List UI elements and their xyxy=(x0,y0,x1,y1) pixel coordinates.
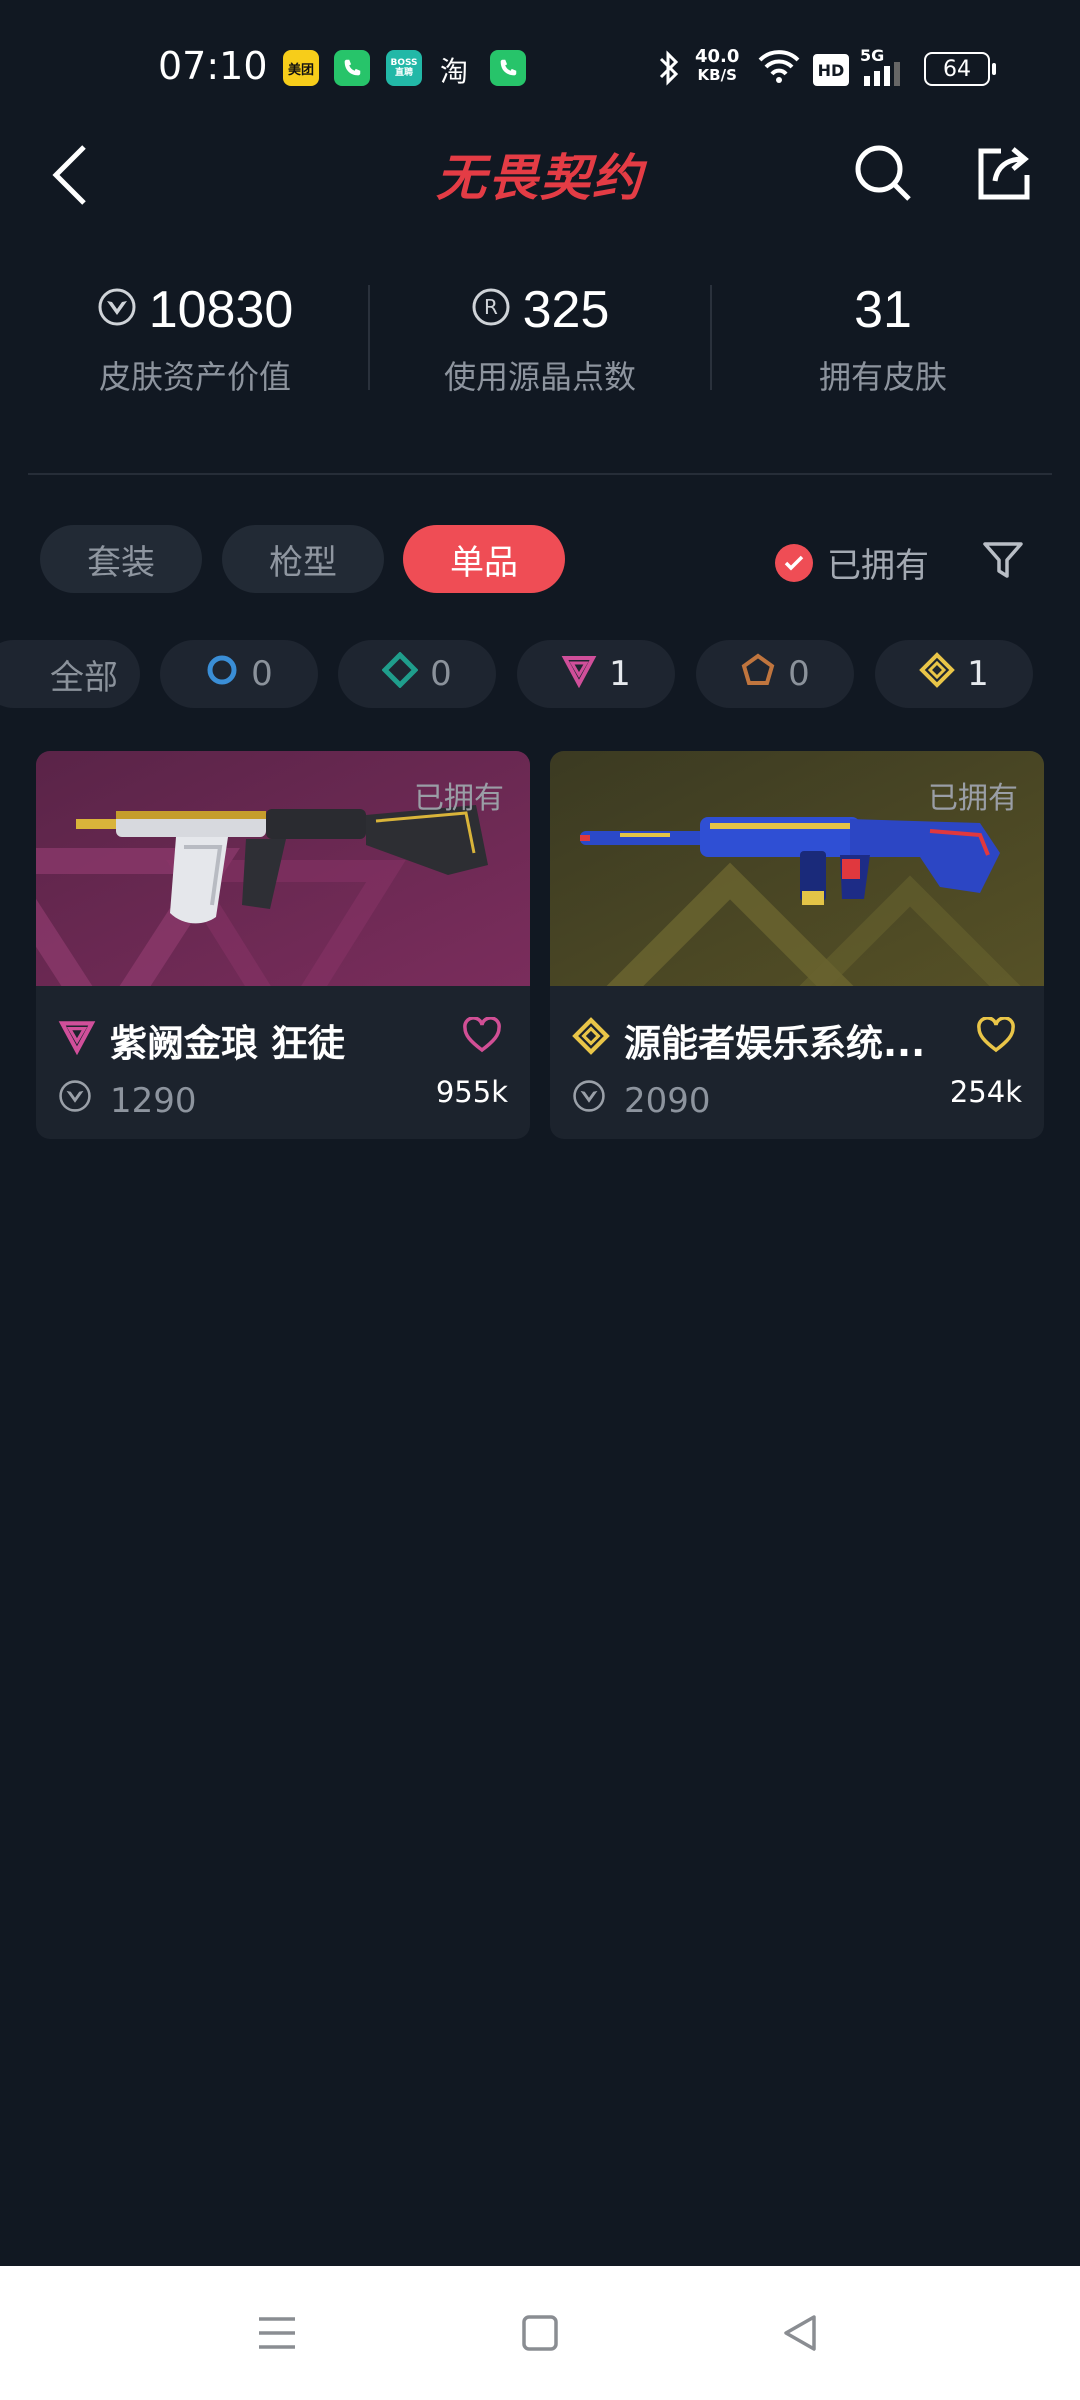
heart-icon[interactable] xyxy=(976,1016,1016,1057)
stat-value: 325 xyxy=(522,281,610,339)
ultra-edition-icon xyxy=(572,1017,610,1059)
exclusive-edition-icon xyxy=(740,652,776,697)
skin-price-value: 2090 xyxy=(624,1080,711,1121)
skin-name: 紫阙金琅 狂徒 xyxy=(110,1022,345,1065)
tab-single-items[interactable]: 单品 xyxy=(403,525,565,593)
skin-card[interactable]: 已拥有 紫阙金琅 狂徒 1290 955k xyxy=(36,751,530,1139)
rarity-filter-exclusive[interactable]: 0 xyxy=(696,640,854,708)
network-speed-unit: KB/S xyxy=(697,66,737,84)
rarity-filter-select[interactable]: 0 xyxy=(160,640,318,708)
stat-value: 31 xyxy=(854,281,912,339)
owned-tag: 已拥有 xyxy=(928,781,1018,816)
network-speed: 40.0 KB/S xyxy=(695,46,740,85)
hd-badge: HD xyxy=(813,54,849,86)
rarity-filter-count: 0 xyxy=(251,654,273,694)
rarity-filter-label: 全部 xyxy=(50,657,118,698)
vp-icon xyxy=(572,1079,606,1122)
checkmark-icon xyxy=(775,543,813,582)
network-speed-value: 40.0 xyxy=(695,46,740,67)
rarity-filter-count: 0 xyxy=(430,654,452,694)
skin-name: 源能者娱乐系统... xyxy=(624,1022,926,1065)
premium-edition-icon xyxy=(561,652,597,697)
stat-label: 拥有皮肤 xyxy=(818,358,947,396)
stat-radianite: R 325 使用源晶点数 xyxy=(375,280,705,398)
owned-label: 已拥有 xyxy=(827,546,929,586)
system-navigation-bar xyxy=(0,2266,1080,2400)
rarity-filter-count: 0 xyxy=(788,654,810,694)
signal-icon xyxy=(862,62,902,90)
stat-owned-skins: 31 拥有皮肤 xyxy=(718,280,1048,398)
stat-value: 10830 xyxy=(148,281,294,339)
stat-skin-value: 10830 皮肤资产价值 xyxy=(30,280,360,398)
deluxe-edition-icon xyxy=(381,650,419,697)
select-edition-icon xyxy=(205,653,239,696)
tab-weapon-type[interactable]: 枪型 xyxy=(222,525,384,593)
vp-icon xyxy=(58,1079,92,1122)
rarity-filter-ultra[interactable]: 1 xyxy=(875,640,1033,708)
stat-label: 皮肤资产价值 xyxy=(98,358,291,396)
clock: 07:10 xyxy=(158,44,268,88)
heart-icon[interactable] xyxy=(462,1016,502,1057)
owned-toggle[interactable]: 已拥有 xyxy=(775,538,929,587)
skin-price: 2090 xyxy=(572,1079,711,1122)
owned-tag: 已拥有 xyxy=(414,781,504,816)
bluetooth-icon xyxy=(656,50,682,90)
like-count: 254k xyxy=(949,1075,1022,1109)
rarity-filter-all[interactable]: 全部 xyxy=(0,640,140,708)
stat-label: 使用源晶点数 xyxy=(443,358,636,396)
ultra-edition-icon xyxy=(919,651,956,697)
taobao-icon: 淘 xyxy=(440,55,469,88)
rarity-filter-count: 1 xyxy=(967,654,989,694)
menu-icon[interactable] xyxy=(245,2306,309,2360)
meituan-icon: 美团 xyxy=(283,50,319,86)
status-bar: 07:10 美团 BOSS直聘 淘 40.0 KB/S HD 5G 64 xyxy=(0,0,1080,130)
divider xyxy=(368,285,370,390)
premium-edition-icon xyxy=(58,1017,96,1059)
wifi-icon xyxy=(757,48,801,88)
rarity-filter-premium[interactable]: 1 xyxy=(517,640,675,708)
radianite-icon: R xyxy=(471,280,511,340)
divider xyxy=(710,285,712,390)
skin-card[interactable]: 已拥有 源能者娱乐系统... 2090 254k xyxy=(550,751,1044,1139)
like-count: 955k xyxy=(435,1075,508,1109)
phone-icon xyxy=(334,50,370,86)
skin-price: 1290 xyxy=(58,1079,197,1122)
section-divider xyxy=(28,473,1052,475)
search-icon[interactable] xyxy=(850,140,916,206)
phone-icon-2 xyxy=(490,50,526,86)
vp-icon xyxy=(97,280,137,340)
svg-text:R: R xyxy=(484,295,498,319)
home-icon[interactable] xyxy=(508,2306,572,2360)
skin-price-value: 1290 xyxy=(110,1080,197,1121)
rarity-filter-deluxe[interactable]: 0 xyxy=(338,640,496,708)
page-title: 无畏契约 xyxy=(436,149,644,207)
tab-bundles[interactable]: 套装 xyxy=(40,525,202,593)
share-icon[interactable] xyxy=(970,140,1036,206)
rarity-filter-count: 1 xyxy=(609,654,631,694)
boss-icon: BOSS直聘 xyxy=(386,50,422,86)
back-triangle-icon[interactable] xyxy=(768,2306,832,2360)
filter-icon[interactable] xyxy=(975,532,1031,588)
battery-indicator: 64 xyxy=(924,52,996,86)
